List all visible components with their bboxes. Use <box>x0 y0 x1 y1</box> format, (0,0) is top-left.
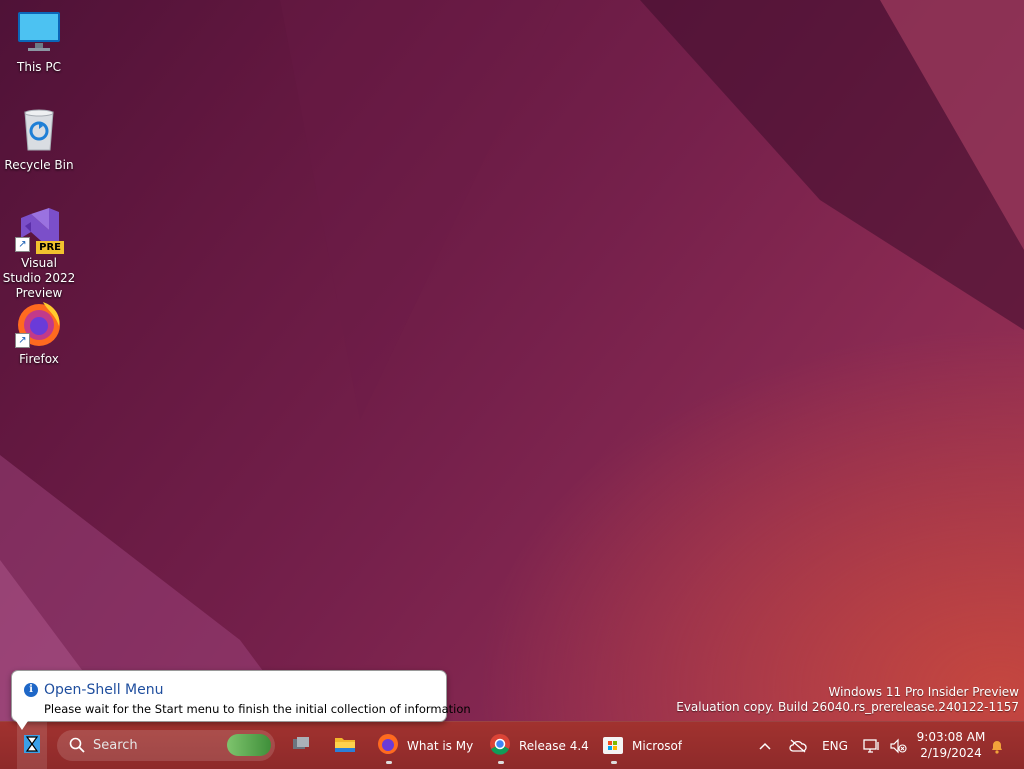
file-explorer-icon <box>334 735 356 756</box>
search-icon <box>69 737 85 757</box>
taskbar-task-view[interactable] <box>286 722 316 769</box>
desktop-icon-label: This PC <box>17 60 61 74</box>
notification-title: Open-Shell Menu <box>44 682 164 698</box>
taskbar-app-microsoft-store[interactable]: Microsof <box>602 722 694 769</box>
notification-message: Please wait for the Start menu to finish… <box>44 702 471 716</box>
info-icon: i <box>24 683 38 697</box>
network-icon[interactable] <box>862 722 882 769</box>
desktop-icon-firefox[interactable]: ↗ Firefox <box>1 300 77 367</box>
firefox-icon: ↗ <box>15 300 63 348</box>
computer-icon <box>15 8 63 56</box>
notification-tail <box>14 718 30 730</box>
desktop-icon-label: Firefox <box>19 352 59 366</box>
clock-date: 2/19/2024 <box>920 746 982 760</box>
taskbar-app-label: Microsof <box>632 738 683 753</box>
clock-time: 9:03:08 AM <box>916 730 986 744</box>
desktop-icon-visual-studio[interactable]: PRE ↗ Visual Studio 2022 Preview <box>1 204 77 301</box>
search-highlight-image <box>227 734 271 756</box>
running-indicator <box>386 761 392 764</box>
search-box[interactable]: Search <box>57 730 275 761</box>
volume-muted-icon[interactable] <box>888 722 908 769</box>
desktop-icon-recycle-bin[interactable]: Recycle Bin <box>1 106 77 173</box>
taskbar-app-label: What is My <box>407 738 474 753</box>
desktop-icon-label: Visual Studio 2022 Preview <box>2 256 76 300</box>
running-indicator <box>611 761 617 764</box>
start-hourglass-icon <box>23 734 41 757</box>
desktop-icon-this-pc[interactable]: This PC <box>1 8 77 75</box>
taskbar-file-explorer[interactable] <box>330 722 360 769</box>
search-placeholder: Search <box>93 738 138 753</box>
wallpaper <box>0 0 1024 721</box>
watermark-line-1: Windows 11 Pro Insider Preview <box>828 685 1019 699</box>
taskbar-app-chrome[interactable]: Release 4.4. <box>489 722 589 769</box>
taskbar-app-firefox[interactable]: What is My <box>377 722 475 769</box>
clock[interactable]: 9:03:08 AM 2/19/2024 <box>916 729 986 761</box>
preview-badge: PRE <box>36 241 64 254</box>
onedrive-offline-icon[interactable] <box>787 722 809 769</box>
shortcut-arrow-icon: ↗ <box>15 237 30 252</box>
chrome-icon <box>489 733 511 758</box>
language-indicator[interactable]: ENG <box>818 722 852 769</box>
taskbar-app-label: Release 4.4. <box>519 738 589 753</box>
microsoft-store-icon <box>602 733 624 758</box>
recycle-bin-icon <box>15 106 63 154</box>
taskbar: Search What is My Release 4.4. Microsof … <box>0 721 1024 769</box>
desktop-icon-label: Recycle Bin <box>4 158 74 172</box>
visual-studio-icon: PRE ↗ <box>15 204 64 254</box>
task-view-icon <box>292 736 310 755</box>
open-shell-notification[interactable]: i Open-Shell Menu Please wait for the St… <box>11 670 471 722</box>
bell-icon[interactable] <box>987 722 1007 769</box>
watermark-line-2: Evaluation copy. Build 26040.rs_prerelea… <box>676 700 1019 714</box>
evaluation-watermark: Windows 11 Pro Insider Preview Evaluatio… <box>676 685 1019 715</box>
running-indicator <box>498 761 504 764</box>
firefox-icon <box>377 733 399 758</box>
chevron-up-icon[interactable] <box>756 722 774 769</box>
shortcut-arrow-icon: ↗ <box>15 333 30 348</box>
